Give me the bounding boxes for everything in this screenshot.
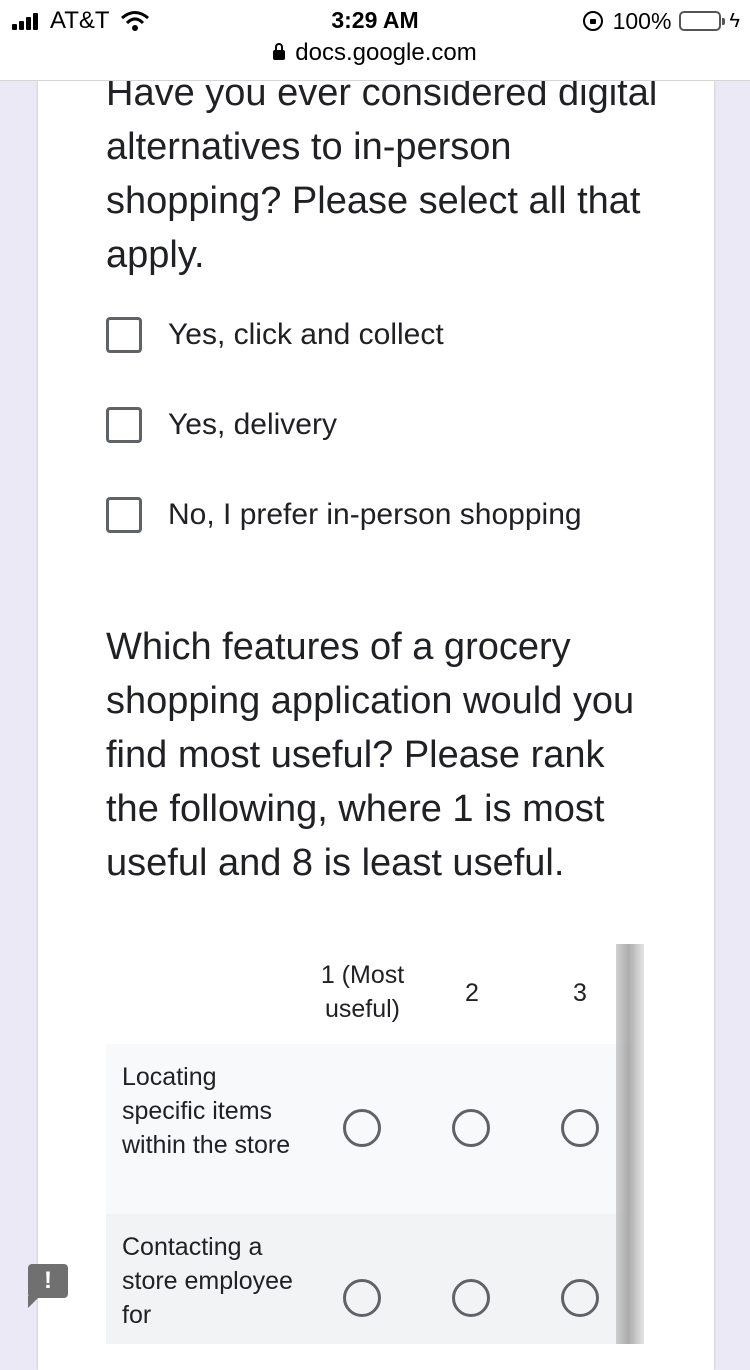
option-in-person[interactable]: No, I prefer in-person shopping <box>106 497 582 533</box>
grid-row-label: Locating specific items within the store <box>122 1063 291 1159</box>
question-digital-alternatives: Have you ever considered digital alterna… <box>106 72 658 276</box>
horizontal-scroll-shadow <box>616 944 644 1344</box>
grid-column-header-3: 3 <box>573 979 587 1007</box>
radio-rank-2[interactable] <box>452 1109 490 1147</box>
battery-icon <box>679 11 726 31</box>
grid-column-header-2: 2 <box>465 979 479 1007</box>
option-label: No, I prefer in-person shopping <box>168 498 582 531</box>
grid-row-locating-items: Locating specific items within the store <box>106 1044 630 1214</box>
lock-icon <box>273 43 286 60</box>
report-feedback-button[interactable]: ! <box>28 1264 68 1308</box>
grid-row-label: Contacting a store employee for <box>122 1233 293 1329</box>
question-rank-features: Which features of a grocery shopping app… <box>106 626 635 884</box>
option-delivery[interactable]: Yes, delivery <box>106 407 337 443</box>
option-label: Yes, delivery <box>168 408 337 441</box>
battery-percent: 100% <box>612 7 672 34</box>
checkbox[interactable] <box>106 497 142 533</box>
radio-rank-2[interactable] <box>452 1279 490 1317</box>
radio-rank-1[interactable] <box>343 1279 381 1317</box>
option-label: Yes, click and collect <box>168 318 444 351</box>
charging-bolt-icon: ϟ <box>729 9 740 32</box>
address-bar[interactable]: docs.google.com <box>0 39 750 67</box>
radio-rank-3[interactable] <box>561 1279 599 1317</box>
grid-column-header-1: 1 (Most useful) <box>320 961 405 1023</box>
grid-row-contacting-employee: Contacting a store employee for <box>106 1214 630 1344</box>
url-text: docs.google.com <box>295 39 477 66</box>
right-status-group: 100% ϟ <box>582 7 740 34</box>
radio-rank-3[interactable] <box>561 1109 599 1147</box>
checkbox[interactable] <box>106 407 142 443</box>
orientation-lock-icon <box>582 11 603 31</box>
radio-rank-1[interactable] <box>343 1109 381 1147</box>
option-click-and-collect[interactable]: Yes, click and collect <box>106 317 444 353</box>
status-bar: AT&T 3:29 AM docs.google.com 100% ϟ <box>0 0 750 81</box>
checkbox[interactable] <box>106 317 142 353</box>
